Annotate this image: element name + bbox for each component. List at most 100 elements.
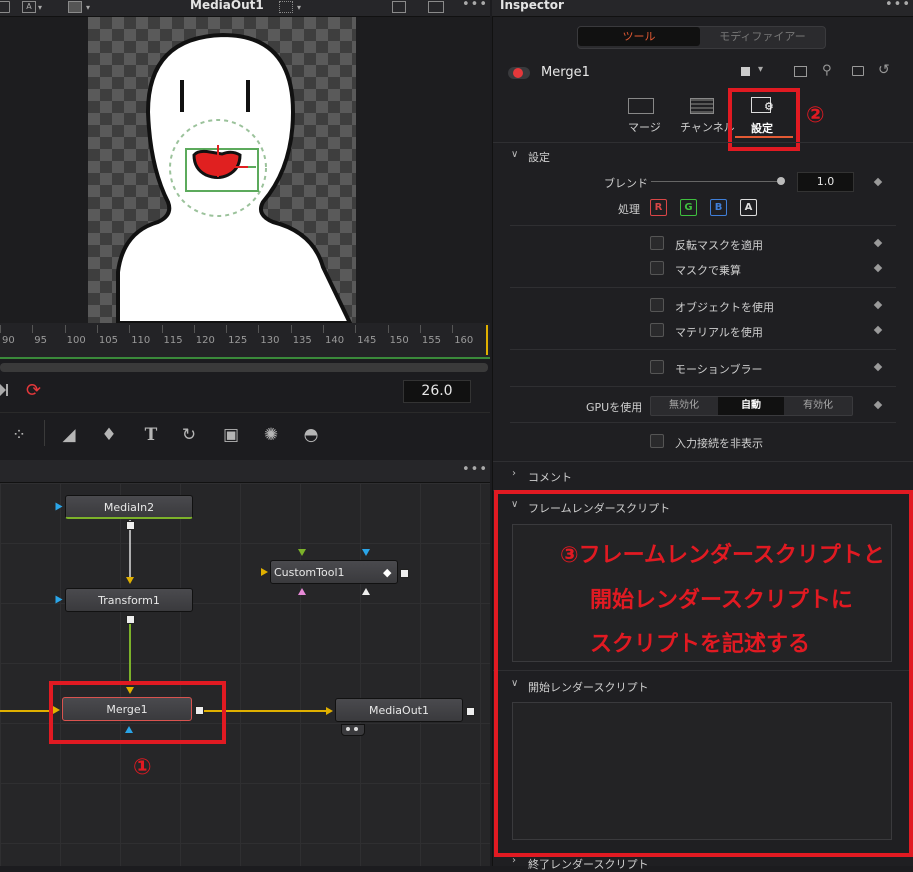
lut-icon[interactable] [392, 1, 406, 13]
more-options-icon[interactable]: ••• [462, 462, 488, 477]
output-port[interactable] [126, 521, 135, 530]
section-settings[interactable]: 設定 [528, 149, 550, 165]
toggle-knob [513, 68, 523, 78]
tab-channel[interactable]: チャンネル [680, 119, 735, 135]
input-port[interactable] [298, 588, 306, 595]
ruler-tick-mark [161, 325, 163, 333]
section-end-render-script[interactable]: 終了レンダースクリプト [528, 856, 648, 872]
mask-input-port[interactable] [55, 502, 63, 511]
input-port[interactable] [298, 549, 306, 556]
chevron-down-icon[interactable]: ∨ [511, 149, 518, 160]
use-object-label: オブジェクトを使用 [675, 301, 774, 314]
input-port[interactable] [326, 707, 333, 715]
node-mediaout1[interactable]: MediaOut1 [335, 698, 463, 722]
tab-tools[interactable]: ツール [578, 27, 700, 46]
shape3d-icon[interactable]: ◢ [58, 424, 80, 446]
ruler-tick-label: 115 [163, 335, 183, 346]
invert-mask-label: 反転マスクを適用 [675, 239, 763, 252]
renderer3d-icon[interactable]: ↻ [178, 424, 200, 446]
input-port[interactable] [362, 588, 370, 595]
input-port[interactable] [126, 577, 134, 584]
node-connections [0, 520, 330, 712]
ruler-tick-label: 150 [389, 335, 409, 346]
invert-mask-checkbox[interactable] [650, 236, 664, 250]
timeline-scrollbar[interactable] [0, 363, 488, 372]
roi-icon[interactable] [68, 1, 82, 13]
chevron-right-icon[interactable]: › [512, 855, 516, 866]
output-port[interactable] [466, 707, 475, 716]
use-object-checkbox[interactable] [650, 298, 664, 312]
gpu-option-auto[interactable]: 自動 [718, 397, 784, 415]
versions-icon[interactable] [794, 66, 807, 77]
viewer-canvas[interactable] [88, 17, 356, 323]
grid-icon[interactable] [279, 1, 293, 13]
gpu-option-enable[interactable]: 有効化 [785, 397, 851, 415]
viewer-option-icon[interactable] [0, 1, 10, 13]
channel-r-button[interactable]: R [650, 199, 667, 216]
loop-icon[interactable]: ⟳ [26, 380, 41, 401]
channel-a-button[interactable]: A [740, 199, 757, 216]
channel-b-button[interactable]: B [710, 199, 727, 216]
gpu-option-disable[interactable]: 無効化 [651, 397, 717, 415]
chevron-down-icon[interactable]: ▾ [38, 3, 42, 12]
motion-blur-checkbox[interactable] [650, 360, 664, 374]
section-comment[interactable]: コメント [528, 469, 572, 485]
tab-modifiers[interactable]: モディファイアー [702, 27, 823, 46]
hide-input-checkbox[interactable] [650, 434, 664, 448]
input-port[interactable] [362, 549, 370, 556]
blend-slider-knob[interactable] [777, 177, 785, 185]
ruler-tick-mark [193, 325, 195, 333]
blend-slider[interactable] [651, 181, 783, 182]
playhead[interactable] [486, 325, 488, 355]
particles-icon[interactable]: ⁘ [8, 424, 30, 446]
node-customtool1[interactable]: CustomTool1 [270, 560, 398, 584]
hide-input-label: 入力接続を非表示 [675, 437, 763, 450]
use-material-checkbox[interactable] [650, 323, 664, 337]
step-forward-bar [6, 384, 8, 396]
ruler-tick-mark [258, 325, 260, 333]
input-port[interactable] [261, 568, 268, 576]
node-mediain2[interactable]: MediaIn2 [65, 495, 193, 519]
diamond-arrow-icon: ◆ [383, 566, 392, 579]
chevron-down-icon[interactable]: ▾ [297, 3, 301, 12]
tab-merge[interactable]: マージ [628, 119, 661, 135]
viewer-indicator[interactable] [341, 724, 365, 736]
text3d-icon[interactable]: T [140, 424, 162, 446]
output-port[interactable] [400, 569, 409, 578]
mask-multiply-checkbox[interactable] [650, 261, 664, 275]
blend-value-field[interactable]: 1.0 [797, 172, 854, 192]
annotation-number-2: ② [806, 103, 825, 128]
node-enable-toggle[interactable] [508, 67, 530, 79]
reset-icon[interactable]: ↺ [878, 62, 890, 78]
output-port[interactable] [126, 615, 135, 624]
divider [510, 386, 896, 387]
more-options-icon[interactable]: ••• [462, 0, 488, 12]
fullscreen-icon[interactable] [428, 1, 444, 13]
toolbar-divider [44, 420, 45, 446]
color-swatch-icon[interactable] [741, 67, 750, 76]
divider [510, 422, 896, 423]
more-options-icon[interactable]: ••• [885, 0, 911, 12]
ruler-tick-label: 120 [195, 335, 215, 346]
spotlight-icon[interactable]: ◓ [300, 424, 322, 446]
current-frame-field[interactable]: 26.0 [403, 380, 471, 403]
camera3d-icon[interactable]: ▣ [220, 424, 242, 446]
chevron-right-icon[interactable]: › [512, 468, 516, 479]
ruler-tick-mark [64, 325, 66, 333]
lock-icon[interactable] [852, 66, 864, 76]
ruler-tick-mark [419, 325, 421, 333]
merge3d-icon[interactable]: ♦ [98, 424, 120, 446]
chevron-down-icon[interactable]: ▾ [758, 64, 763, 75]
view-dot [346, 727, 350, 731]
node-transform1[interactable]: Transform1 [65, 588, 193, 612]
text-overlay-icon[interactable]: A [22, 1, 36, 13]
light-icon[interactable]: ✺ [260, 424, 282, 446]
pin-icon[interactable]: ⚲ [822, 63, 832, 78]
chevron-down-icon[interactable]: ▾ [86, 3, 90, 12]
ruler-tick-mark [290, 325, 292, 333]
mask-input-port[interactable] [55, 595, 63, 604]
ruler-tick-mark [226, 325, 228, 333]
annotation-box-1 [49, 681, 226, 744]
channel-g-button[interactable]: G [680, 199, 697, 216]
node-label: CustomTool1 [274, 566, 345, 579]
